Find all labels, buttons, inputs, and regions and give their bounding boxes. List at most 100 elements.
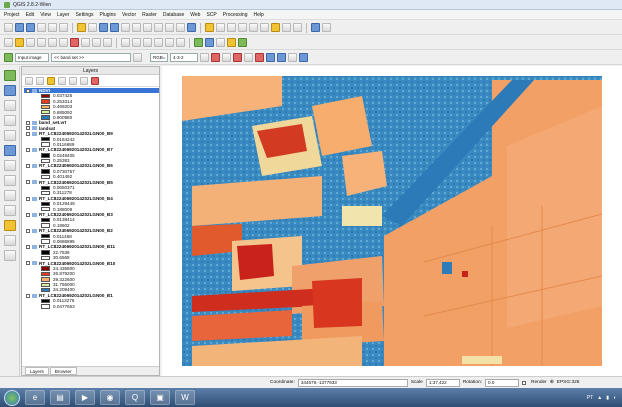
add-postgis-layer-icon[interactable] [216, 38, 225, 47]
menu-vector[interactable]: Vector [122, 12, 136, 18]
layer-visibility-icon[interactable] [25, 76, 33, 85]
other-app-icon[interactable]: ▣ [150, 390, 170, 405]
layer-visibility-checkbox[interactable] [26, 131, 30, 136]
print-composer-icon[interactable] [48, 23, 57, 32]
show-bookmarks-icon[interactable] [282, 23, 291, 32]
qgis-taskbar-icon[interactable]: Q [125, 390, 145, 405]
menu-plugins[interactable]: Plugins [100, 12, 116, 18]
map-tips-icon[interactable] [260, 23, 269, 32]
scatter-plot-icon[interactable] [288, 53, 297, 62]
band-set-select[interactable]: << band set >> [51, 53, 131, 62]
scale-combo[interactable]: 1:37,422 [425, 378, 460, 387]
layer-visibility-checkbox[interactable] [26, 245, 30, 250]
manage-visibility-icon[interactable] [47, 76, 55, 85]
pan-to-selection-icon[interactable] [88, 23, 97, 32]
refresh-icon[interactable] [187, 23, 196, 32]
tab-browser[interactable]: Browser [49, 367, 77, 375]
save-as-icon[interactable] [37, 23, 46, 32]
language-indicator[interactable]: PT [587, 395, 593, 401]
rotation-field[interactable]: 0.0 [485, 378, 520, 387]
word-icon[interactable]: W [175, 390, 195, 405]
rgb-composite-select[interactable]: 4-3-2 [170, 53, 198, 62]
file-explorer-icon[interactable]: ▤ [50, 390, 70, 405]
menu-view[interactable]: View [40, 12, 51, 18]
tray-arrow-icon[interactable]: ▲ [597, 395, 602, 401]
network-icon[interactable]: ▮ [606, 395, 609, 401]
add-feature-icon[interactable] [37, 38, 46, 47]
zoom-in-icon[interactable] [99, 23, 108, 32]
start-button-icon[interactable] [4, 389, 20, 406]
expand-all-icon[interactable] [69, 76, 77, 85]
layer-visibility-checkbox[interactable] [26, 121, 30, 126]
zoom-to-selection-icon[interactable] [143, 23, 152, 32]
menu-settings[interactable]: Settings [75, 12, 93, 18]
zoom-last-icon[interactable] [165, 23, 174, 32]
text-annotation-icon[interactable] [293, 23, 302, 32]
std-dev-stretch-icon[interactable] [211, 53, 220, 62]
local-cumulative-stretch-icon[interactable] [200, 53, 209, 62]
new-project-icon[interactable] [4, 23, 13, 32]
zoom-to-input-image-icon[interactable] [222, 53, 231, 62]
add-oracle-layer-icon[interactable] [3, 160, 16, 171]
save-project-icon[interactable] [26, 23, 35, 32]
open-attribute-table-icon[interactable] [238, 23, 247, 32]
help-icon[interactable] [311, 23, 320, 32]
current-edits-icon[interactable] [4, 38, 13, 47]
media-player-icon[interactable]: ▶ [75, 390, 95, 405]
add-spatialite-layer-icon[interactable] [3, 115, 16, 126]
open-project-icon[interactable] [15, 23, 24, 32]
menu-scp[interactable]: SCP [206, 12, 216, 18]
collapse-all-icon[interactable] [80, 76, 88, 85]
menu-raster[interactable]: Raster [142, 12, 157, 18]
delete-selected-icon[interactable] [70, 38, 79, 47]
roi-redo-icon[interactable] [244, 53, 253, 62]
python-console-icon[interactable] [227, 38, 236, 47]
epsg-label[interactable]: EPSG:326 [557, 380, 580, 385]
add-raster-layer-icon[interactable] [3, 85, 16, 96]
menu-processing[interactable]: Processing [223, 12, 248, 18]
pin-labels-icon[interactable] [132, 38, 141, 47]
coordinate-field[interactable]: 344579,-1377933 [297, 378, 408, 387]
add-postgis-layer-icon[interactable] [3, 100, 16, 111]
zoom-full-icon[interactable] [132, 23, 141, 32]
layer-visibility-checkbox[interactable] [26, 147, 30, 152]
layer-visibility-checkbox[interactable] [26, 88, 30, 93]
add-wms-layer-icon[interactable] [3, 145, 16, 156]
add-vector-layer-icon[interactable] [194, 38, 203, 47]
internet-explorer-icon[interactable]: e [25, 390, 45, 405]
chrome-icon[interactable]: ◉ [100, 390, 120, 405]
menu-web[interactable]: Web [190, 12, 200, 18]
add-vector-layer-icon[interactable] [3, 70, 16, 81]
cut-features-icon[interactable] [81, 38, 90, 47]
zoom-to-layer-icon[interactable] [154, 23, 163, 32]
layer-visibility-checkbox[interactable] [26, 196, 30, 201]
node-tool-icon[interactable] [59, 38, 68, 47]
add-group-icon[interactable] [36, 76, 44, 85]
select-features-icon[interactable] [216, 23, 225, 32]
layer-visibility-checkbox[interactable] [26, 180, 30, 185]
menu-layer[interactable]: Layer [57, 12, 70, 18]
layer-visibility-checkbox[interactable] [26, 126, 30, 131]
deselect-icon[interactable] [227, 23, 236, 32]
layer-visibility-checkbox[interactable] [26, 164, 30, 169]
whats-this-icon[interactable] [322, 23, 331, 32]
scp-dock-icon[interactable] [4, 53, 13, 62]
virtual-layer-icon[interactable] [3, 250, 16, 261]
rotate-label-icon[interactable] [165, 38, 174, 47]
new-spatialite-icon[interactable] [3, 235, 16, 246]
menu-database[interactable]: Database [163, 12, 184, 18]
remove-layer-icon[interactable] [91, 76, 99, 85]
crs-status-icon[interactable]: ⊕ [550, 380, 554, 385]
menu-help[interactable]: Help [253, 12, 263, 18]
tab-layers[interactable]: Layers [25, 367, 49, 375]
zoom-next-icon[interactable] [176, 23, 185, 32]
classification-preview-icon[interactable] [266, 53, 275, 62]
roi-show-icon[interactable] [255, 53, 264, 62]
add-delimited-text-icon[interactable] [3, 205, 16, 216]
layers-tree[interactable]: NDVI 0.037425 0.253314 0.469203 0.685092 0.90… [22, 88, 159, 366]
menu-project[interactable]: Project [4, 12, 20, 18]
show-hide-labels-icon[interactable] [143, 38, 152, 47]
zoom-out-icon[interactable] [110, 23, 119, 32]
move-feature-icon[interactable] [48, 38, 57, 47]
layer-visibility-checkbox[interactable] [26, 293, 30, 298]
